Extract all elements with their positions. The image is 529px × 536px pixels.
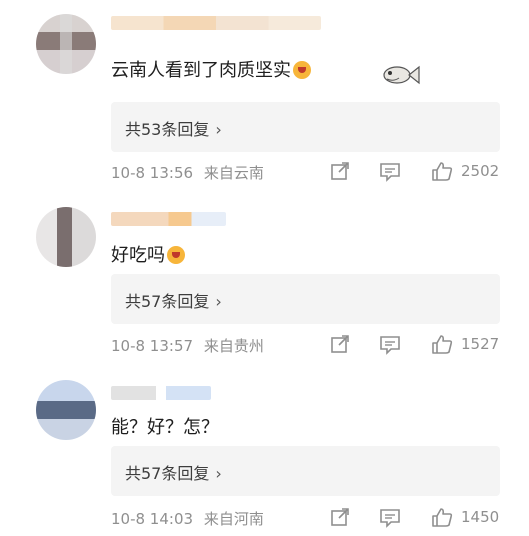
username-blurred[interactable] bbox=[111, 16, 321, 30]
scared-emoji-icon bbox=[167, 246, 185, 264]
comment-text: 云南人看到了肉质坚实 bbox=[111, 60, 291, 81]
comment-text: 好吃吗 bbox=[111, 245, 165, 266]
chevron-right-icon: › bbox=[215, 464, 222, 483]
like-count: 2502 bbox=[461, 162, 500, 180]
like-count: 1450 bbox=[461, 508, 500, 526]
reply-count-label: 共57条回复 bbox=[125, 464, 210, 483]
comment-text-row: 好吃吗 bbox=[111, 241, 185, 267]
comment-icon[interactable] bbox=[379, 160, 401, 182]
comment-text: 能？好？怎？ bbox=[111, 417, 219, 438]
share-icon[interactable] bbox=[329, 506, 351, 528]
username-blurred[interactable] bbox=[111, 212, 226, 226]
heart-eyes-emoji-icon bbox=[293, 61, 311, 79]
avatar[interactable] bbox=[36, 207, 96, 267]
username-blurred[interactable] bbox=[111, 386, 211, 400]
chevron-right-icon: › bbox=[215, 292, 222, 311]
reply-thread-button[interactable]: 共57条回复 › bbox=[111, 274, 500, 324]
comment-text-row: 云南人看到了肉质坚实 bbox=[111, 56, 311, 82]
avatar[interactable] bbox=[36, 380, 96, 440]
reply-thread-button[interactable]: 共57条回复 › bbox=[111, 446, 500, 496]
reply-count-label: 共57条回复 bbox=[125, 292, 210, 311]
like-icon[interactable] bbox=[431, 506, 453, 528]
avatar[interactable] bbox=[36, 14, 96, 74]
reply-thread-button[interactable]: 共53条回复 › bbox=[111, 102, 500, 152]
comment-icon[interactable] bbox=[379, 506, 401, 528]
like-icon[interactable] bbox=[431, 333, 453, 355]
share-icon[interactable] bbox=[329, 160, 351, 182]
like-count: 1527 bbox=[461, 335, 500, 353]
comment-icon[interactable] bbox=[379, 333, 401, 355]
share-icon[interactable] bbox=[329, 333, 351, 355]
reply-count-label: 共53条回复 bbox=[125, 120, 210, 139]
fish-sticker-icon bbox=[383, 65, 420, 85]
like-icon[interactable] bbox=[431, 160, 453, 182]
chevron-right-icon: › bbox=[215, 120, 222, 139]
